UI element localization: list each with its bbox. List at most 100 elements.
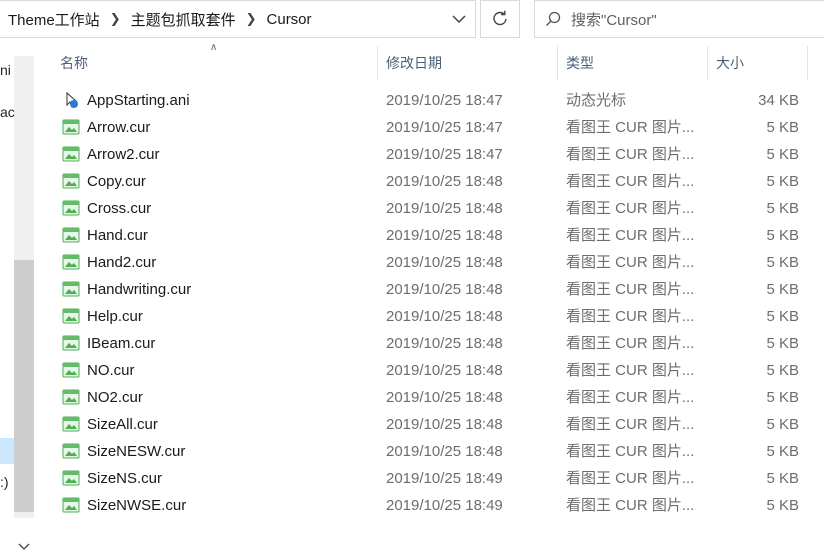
file-type: 看图王 CUR 图片... [566,497,695,514]
table-row[interactable]: NO.cur 2019/10/25 18:48 看图王 CUR 图片... 5 KB [34,357,824,384]
table-row[interactable]: IBeam.cur 2019/10/25 18:48 看图王 CUR 图片... 5 … [34,330,824,357]
table-row[interactable]: AppStarting.ani 2019/10/25 18:47 动态光标 34 KB [34,87,824,114]
file-size: 5 KB [766,497,799,514]
file-name: Arrow2.cur [87,146,160,163]
column-header-size[interactable]: 大小 [708,46,808,80]
chevron-down-icon [452,15,466,24]
file-name: IBeam.cur [87,335,156,352]
file-name: SizeAll.cur [87,416,158,433]
file-type: 看图王 CUR 图片... [566,146,695,163]
file-size: 5 KB [766,200,799,217]
file-type: 看图王 CUR 图片... [566,119,695,136]
file-type: 看图王 CUR 图片... [566,416,695,433]
breadcrumb-theme-kit[interactable]: 主题包抓取套件 [131,9,236,30]
file-size: 5 KB [766,308,799,325]
file-size: 5 KB [766,335,799,352]
chevron-right-icon[interactable]: ❯ [100,11,131,27]
file-name: AppStarting.ani [87,92,190,109]
nav-scrollbar-thumb[interactable] [14,260,34,512]
chevron-down-icon [18,543,30,551]
file-name: Arrow.cur [87,119,151,136]
table-row[interactable]: Hand2.cur 2019/10/25 18:48 看图王 CUR 图片... 5 … [34,249,824,276]
file-type: 看图王 CUR 图片... [566,362,695,379]
file-name: NO2.cur [87,389,143,406]
file-type: 看图王 CUR 图片... [566,173,695,190]
file-date: 2019/10/25 18:48 [386,173,503,190]
table-row[interactable]: Help.cur 2019/10/25 18:48 看图王 CUR 图片... 5 K… [34,303,824,330]
table-row[interactable]: SizeNESW.cur 2019/10/25 18:48 看图王 CUR 图片..… [34,438,824,465]
file-name: SizeNS.cur [87,470,163,487]
file-date: 2019/10/25 18:48 [386,200,503,217]
table-row[interactable]: SizeNWSE.cur 2019/10/25 18:49 看图王 CUR 图片..… [34,492,824,519]
column-header-date[interactable]: 修改日期 [378,46,558,80]
scroll-down-button[interactable] [14,536,34,558]
file-date: 2019/10/25 18:48 [386,308,503,325]
table-row[interactable]: Arrow2.cur 2019/10/25 18:47 看图王 CUR 图片... 5… [34,141,824,168]
file-name: Cross.cur [87,200,152,217]
file-date: 2019/10/25 18:48 [386,362,503,379]
file-size: 5 KB [766,389,799,406]
file-name: Hand.cur [87,227,148,244]
nav-item-fragment[interactable]: ac [0,104,15,120]
table-row[interactable]: SizeNS.cur 2019/10/25 18:49 看图王 CUR 图片... 5… [34,465,824,492]
search-box[interactable]: 搜索"Cursor" [534,0,824,38]
file-name: NO.cur [87,362,135,379]
file-date: 2019/10/25 18:48 [386,254,503,271]
file-size: 34 KB [758,92,799,109]
file-size: 5 KB [766,416,799,433]
table-row[interactable]: Cross.cur 2019/10/25 18:48 看图王 CUR 图片... 5 … [34,195,824,222]
file-size: 5 KB [766,173,799,190]
nav-selected-item[interactable] [0,438,14,464]
nav-item-fragment[interactable]: :) [0,474,9,490]
refresh-button[interactable] [480,0,520,38]
nav-item-fragment[interactable]: ni [0,62,11,78]
breadcrumb-theme-workstation[interactable]: Theme工作站 [0,9,100,30]
file-type: 看图王 CUR 图片... [566,254,695,271]
chevron-right-icon[interactable]: ❯ [236,11,267,27]
file-type: 看图王 CUR 图片... [566,308,695,325]
file-list: AppStarting.ani 2019/10/25 18:47 动态光标 34 KB… [34,87,824,519]
refresh-icon [493,10,507,26]
file-date: 2019/10/25 18:49 [386,470,503,487]
file-size: 5 KB [766,470,799,487]
file-type: 看图王 CUR 图片... [566,443,695,460]
file-date: 2019/10/25 18:47 [386,92,503,109]
table-row[interactable]: Arrow.cur 2019/10/25 18:47 看图王 CUR 图片... 5 … [34,114,824,141]
column-header-type[interactable]: 类型 [558,46,708,80]
file-size: 5 KB [766,362,799,379]
file-name: Handwriting.cur [87,281,192,298]
table-row[interactable]: Hand.cur 2019/10/25 18:48 看图王 CUR 图片... 5 K… [34,222,824,249]
file-size: 5 KB [766,119,799,136]
file-size: 5 KB [766,254,799,271]
file-size: 5 KB [766,281,799,298]
table-row[interactable]: Copy.cur 2019/10/25 18:48 看图王 CUR 图片... 5 K… [34,168,824,195]
file-date: 2019/10/25 18:48 [386,281,503,298]
file-type: 看图王 CUR 图片... [566,227,695,244]
file-type: 看图王 CUR 图片... [566,281,695,298]
file-name: Copy.cur [87,173,146,190]
file-name: Help.cur [87,308,143,325]
file-date: 2019/10/25 18:48 [386,335,503,352]
file-name: SizeNESW.cur [87,443,186,460]
file-type: 看图王 CUR 图片... [566,470,695,487]
address-history-dropdown[interactable] [449,9,469,29]
file-date: 2019/10/25 18:49 [386,497,503,514]
address-bar[interactable]: Theme工作站 ❯ 主题包抓取套件 ❯ Cursor [0,0,476,38]
file-name: Hand2.cur [87,254,157,271]
file-size: 5 KB [766,146,799,163]
breadcrumb-cursor[interactable]: Cursor [267,11,312,28]
file-date: 2019/10/25 18:48 [386,389,503,406]
search-icon [535,11,571,27]
sort-ascending-icon: ∧ [210,42,218,53]
table-row[interactable]: Handwriting.cur 2019/10/25 18:48 看图王 CUR 图… [34,276,824,303]
file-name: SizeNWSE.cur [87,497,187,514]
file-date: 2019/10/25 18:48 [386,443,503,460]
search-input[interactable]: 搜索"Cursor" [571,9,657,30]
file-type: 看图王 CUR 图片... [566,389,695,406]
table-row[interactable]: NO2.cur 2019/10/25 18:48 看图王 CUR 图片... 5 KB [34,384,824,411]
file-type: 动态光标 [566,92,627,109]
navigation-pane[interactable]: ni ac :) [0,46,34,551]
table-row[interactable]: SizeAll.cur 2019/10/25 18:48 看图王 CUR 图片...… [34,411,824,438]
file-date: 2019/10/25 18:48 [386,227,503,244]
file-date: 2019/10/25 18:47 [386,146,503,163]
